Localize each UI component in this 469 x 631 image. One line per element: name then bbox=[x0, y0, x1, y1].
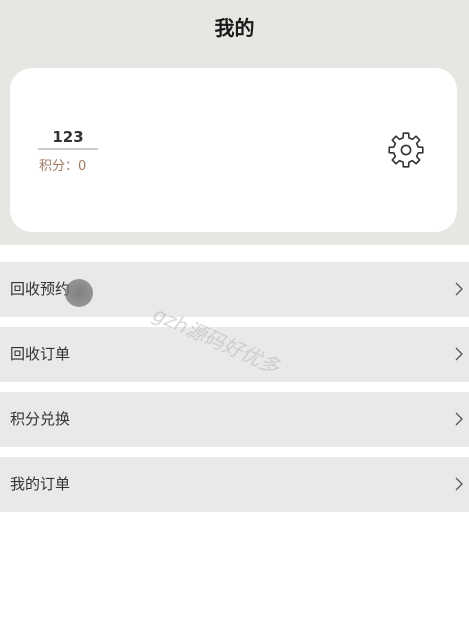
touch-indicator bbox=[65, 279, 93, 307]
chevron-right-icon bbox=[455, 347, 463, 361]
menu-item-label: 回收预约 bbox=[10, 280, 71, 298]
settings-button[interactable] bbox=[386, 130, 426, 170]
menu-item-my-orders[interactable]: 我的订单 bbox=[0, 457, 469, 512]
menu-item-label: 回收订单 bbox=[10, 345, 71, 363]
menu-item-label: 我的订单 bbox=[10, 475, 71, 493]
profile-card: 123 积分：0 bbox=[10, 68, 457, 232]
header-area: 我的 123 积分：0 bbox=[0, 0, 469, 245]
menu-item-recycle-orders[interactable]: 回收订单 bbox=[0, 327, 469, 382]
username: 123 bbox=[38, 128, 98, 150]
chevron-right-icon bbox=[455, 412, 463, 426]
points-label: 积分： bbox=[39, 159, 79, 174]
chevron-right-icon bbox=[455, 282, 463, 296]
points-value: 0 bbox=[78, 159, 87, 174]
chevron-right-icon bbox=[455, 477, 463, 491]
points-row: 积分：0 bbox=[39, 158, 86, 176]
page-title: 我的 bbox=[214, 16, 255, 40]
gear-icon bbox=[388, 132, 424, 168]
menu-item-points-exchange[interactable]: 积分兑换 bbox=[0, 392, 469, 447]
menu-item-label: 积分兑换 bbox=[10, 410, 71, 428]
